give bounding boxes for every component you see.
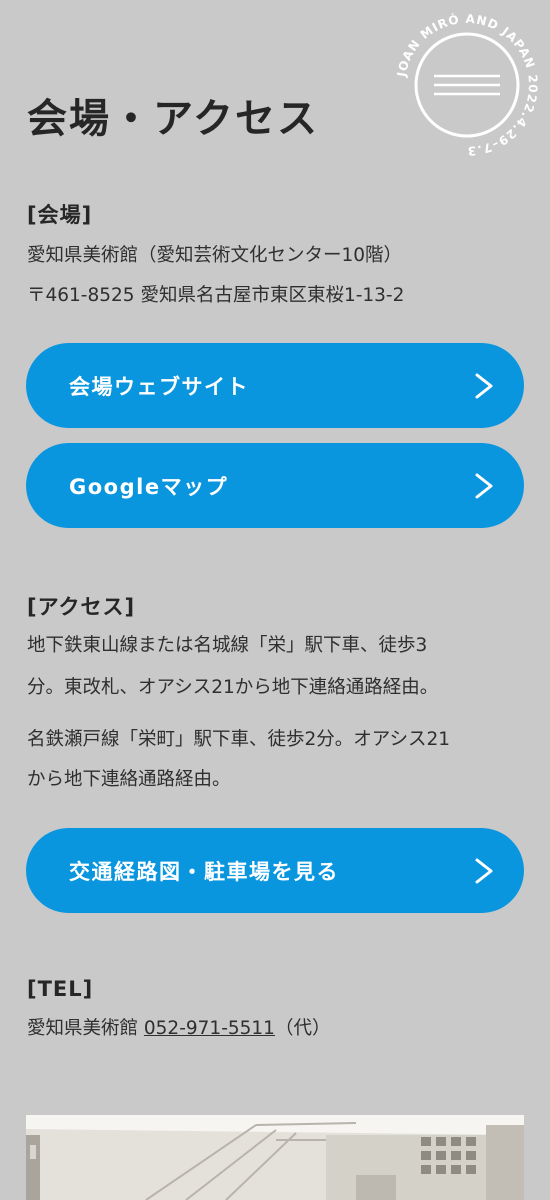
tel-heading: [TEL] <box>27 977 94 1001</box>
venue-heading: [会場] <box>27 203 93 227</box>
museum-photo <box>26 1115 524 1200</box>
tel-line: 愛知県美術館 052-971-5511（代） <box>27 1014 330 1040</box>
access-text-1a: 地下鉄東山線または名城線「栄」駅下車、徒歩3 <box>27 635 428 656</box>
chevron-right-icon <box>475 373 493 399</box>
tel-label: 愛知県美術館 <box>27 1018 144 1039</box>
access-heading: [アクセス] <box>27 595 136 619</box>
tel-number-link[interactable]: 052-971-5511 <box>144 1018 275 1039</box>
venue-website-button[interactable]: 会場ウェブサイト <box>26 343 524 428</box>
venue-address-2: 〒461-8525 愛知県名古屋市東区東桜1-13-2 <box>27 285 405 306</box>
google-map-label: Googleマップ <box>69 474 229 499</box>
venue-website-label: 会場ウェブサイト <box>69 374 249 399</box>
route-map-label: 交通経路図・駐車場を見る <box>69 859 339 884</box>
tel-suffix: （代） <box>274 1018 331 1039</box>
google-map-button[interactable]: Googleマップ <box>26 443 524 528</box>
museum-interior-image <box>26 1115 524 1200</box>
access-text-2a: 名鉄瀬戸線「栄町」駅下車、徒歩2分。オアシス21 <box>27 729 451 750</box>
venue-address-1: 愛知県美術館（愛知芸術文化センター10階） <box>27 245 403 266</box>
exhibition-logo-badge: JOAN MIRÓ AND JAPAN 2022.4.29–7.3 <box>394 11 539 158</box>
chevron-right-icon <box>475 858 493 884</box>
route-map-button[interactable]: 交通経路図・駐車場を見る <box>26 828 524 913</box>
access-text-1b: 分。東改札、オアシス21から地下連絡通路経由。 <box>27 677 439 698</box>
access-text-2b: から地下連絡通路経由。 <box>27 769 231 790</box>
chevron-right-icon <box>475 473 493 499</box>
page-title: 会場・アクセス <box>27 96 319 142</box>
